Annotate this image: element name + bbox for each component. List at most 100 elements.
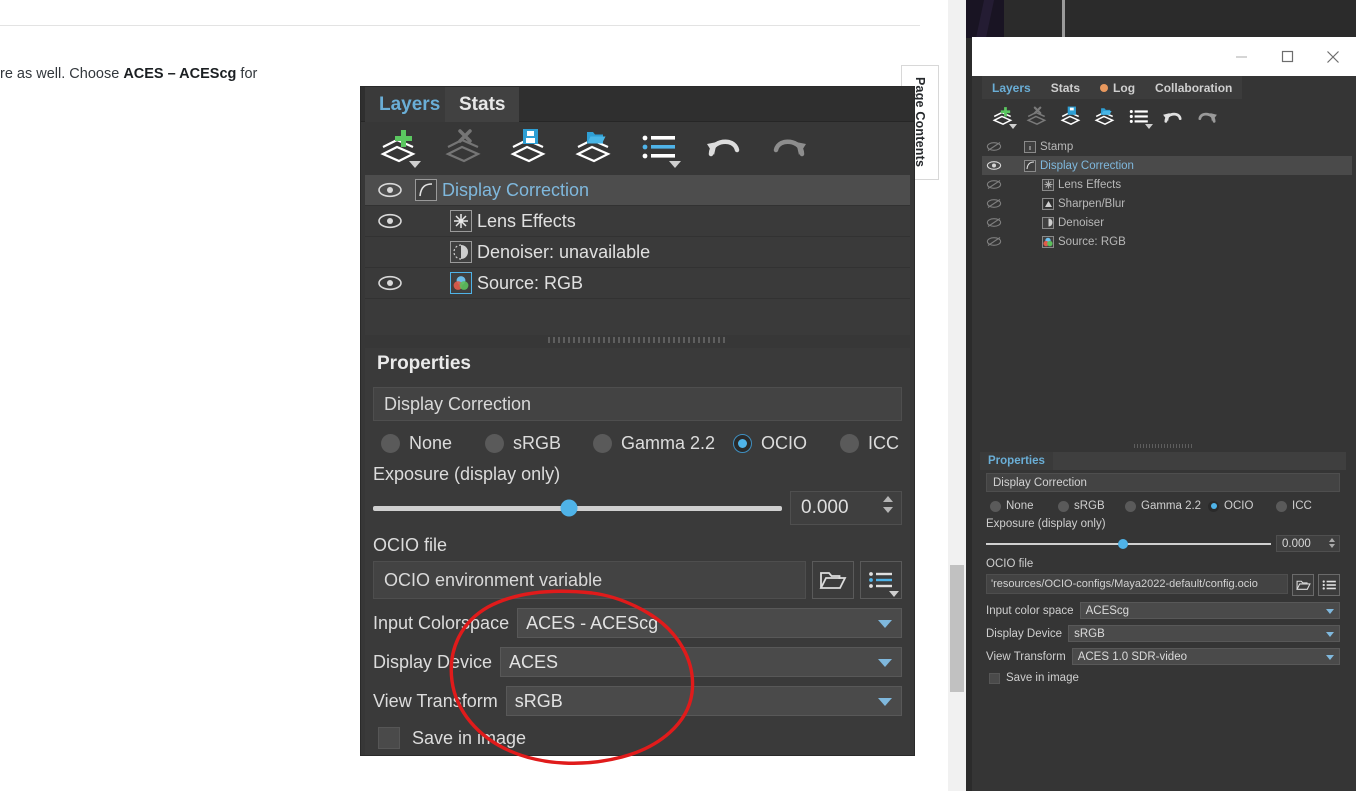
radio-gamma22[interactable]: Gamma 2.2: [1125, 500, 1208, 512]
panel-splitter-grip[interactable]: [1134, 444, 1194, 448]
tab-stats[interactable]: Stats: [1040, 76, 1091, 99]
display-device-select[interactable]: sRGB: [1068, 625, 1340, 642]
visibility-off-icon[interactable]: [982, 179, 1006, 190]
radio-none[interactable]: None: [381, 433, 485, 454]
save-layer-icon[interactable]: [1060, 106, 1082, 128]
ocio-file-input[interactable]: 'resources/OCIO-configs/Maya2022-default…: [986, 574, 1288, 594]
radio-none[interactable]: None: [990, 500, 1058, 512]
radio-srgb[interactable]: sRGB: [1058, 500, 1125, 512]
layer-list[interactable]: Stamp Display Correction Lens Effects Sh…: [982, 137, 1352, 253]
input-colorspace-select[interactable]: ACES - ACEScg: [517, 608, 902, 638]
exposure-slider[interactable]: [373, 499, 782, 517]
tab-stats[interactable]: Stats: [445, 87, 520, 122]
save-in-image-checkbox[interactable]: [989, 672, 1000, 684]
layer-row-source-rgb[interactable]: Source: RGB: [982, 232, 1352, 251]
exposure-spin-arrows[interactable]: [1329, 538, 1335, 548]
tab-layers[interactable]: Layers: [982, 76, 1041, 99]
chevron-down-icon: [1326, 608, 1334, 614]
minimize-button[interactable]: [1218, 37, 1264, 76]
ocio-browse-button[interactable]: [1292, 574, 1314, 596]
undo-icon[interactable]: [704, 128, 744, 168]
view-transform-select[interactable]: ACES 1.0 SDR-video: [1071, 648, 1340, 665]
tab-log[interactable]: Log: [1090, 76, 1146, 99]
save-layer-icon[interactable]: [509, 128, 549, 168]
tab-layers[interactable]: Layers: [365, 87, 455, 122]
exposure-slider[interactable]: [986, 538, 1271, 549]
layer-presets-icon[interactable]: [1128, 106, 1153, 129]
radio-icc[interactable]: ICC: [840, 433, 899, 454]
display-device-select[interactable]: ACES: [500, 647, 902, 677]
redo-icon[interactable]: [1196, 106, 1218, 128]
add-layer-icon[interactable]: [992, 106, 1017, 129]
exposure-label: Exposure (display only): [986, 518, 1106, 530]
doc-text-suffix: for: [236, 66, 258, 82]
layer-presets-caret-icon[interactable]: [669, 161, 681, 168]
display-device-row: Display Device ACES: [373, 647, 902, 677]
layer-name-field[interactable]: Display Correction: [373, 387, 902, 421]
visibility-off-icon[interactable]: [982, 198, 1006, 209]
load-layer-icon[interactable]: [574, 128, 614, 168]
view-transform-select[interactable]: sRGB: [505, 686, 902, 716]
display-device-label: Display Device: [986, 627, 1063, 640]
maximize-button[interactable]: [1264, 37, 1310, 76]
delete-layer-icon[interactable]: [1026, 106, 1048, 128]
save-in-image-row[interactable]: Save in image: [373, 727, 902, 749]
radio-ocio[interactable]: OCIO: [733, 433, 840, 454]
visibility-eye-icon[interactable]: [365, 213, 415, 229]
magnified-layers-panel: Layers Stats Display Correction Lens Eff…: [360, 86, 915, 756]
tab-stats-label: Stats: [459, 93, 506, 115]
layer-row-denoiser[interactable]: Denoiser: [982, 213, 1352, 232]
layer-row-lens-effects[interactable]: Lens Effects: [365, 206, 910, 237]
presets-caret-icon[interactable]: [889, 591, 899, 597]
add-layer-caret-icon[interactable]: [1009, 124, 1017, 129]
ocio-browse-button[interactable]: [812, 561, 854, 599]
info-icon: [1024, 140, 1036, 153]
visibility-eye-icon[interactable]: [982, 160, 1006, 171]
visibility-eye-icon[interactable]: [365, 275, 415, 291]
exposure-spinbox[interactable]: 0.000: [1276, 535, 1340, 552]
layer-name-field[interactable]: Display Correction: [986, 473, 1340, 492]
layer-row-display-correction[interactable]: Display Correction: [365, 175, 910, 206]
layer-presets-icon[interactable]: [639, 128, 681, 168]
radio-ocio[interactable]: OCIO: [1208, 500, 1276, 512]
ocio-file-input[interactable]: OCIO environment variable: [373, 561, 806, 599]
visibility-off-icon[interactable]: [982, 141, 1006, 152]
radio-icc[interactable]: ICC: [1276, 500, 1312, 512]
delete-layer-icon[interactable]: [444, 128, 484, 168]
layer-row-denoiser[interactable]: Denoiser: unavailable: [365, 237, 910, 268]
redo-icon[interactable]: [769, 128, 809, 168]
radio-srgb[interactable]: sRGB: [485, 433, 593, 454]
page-scrollbar-thumb[interactable]: [950, 565, 964, 692]
magnified-layer-list[interactable]: Display Correction Lens Effects Denoiser…: [365, 175, 910, 335]
layer-row-lens-effects[interactable]: Lens Effects: [982, 175, 1352, 194]
star-icon: [1042, 178, 1054, 191]
save-in-image-checkbox[interactable]: [378, 727, 400, 749]
save-in-image-row[interactable]: Save in image: [986, 672, 1340, 684]
radio-dot-icon: [381, 434, 400, 453]
add-layer-caret-icon[interactable]: [409, 161, 421, 168]
exposure-slider-handle[interactable]: [1117, 538, 1128, 549]
input-colorspace-select[interactable]: ACEScg: [1079, 602, 1340, 619]
exposure-spinbox[interactable]: 0.000: [790, 491, 902, 525]
ocio-presets-button[interactable]: [1318, 574, 1340, 596]
panel-splitter-grip[interactable]: [547, 337, 728, 343]
exposure-spin-arrows[interactable]: [883, 496, 893, 513]
radio-gamma22[interactable]: Gamma 2.2: [593, 433, 733, 454]
load-layer-icon[interactable]: [1094, 106, 1116, 128]
add-layer-icon[interactable]: [379, 128, 421, 168]
ocio-presets-button[interactable]: [860, 561, 902, 599]
layer-row-display-correction[interactable]: Display Correction: [982, 156, 1352, 175]
layer-row-sharpen-blur[interactable]: Sharpen/Blur: [982, 194, 1352, 213]
ocio-file-row: 'resources/OCIO-configs/Maya2022-default…: [986, 574, 1340, 596]
exposure-slider-handle[interactable]: [560, 499, 578, 517]
layer-presets-caret-icon[interactable]: [1145, 124, 1153, 129]
undo-icon[interactable]: [1162, 106, 1184, 128]
layer-row-stamp[interactable]: Stamp: [982, 137, 1352, 156]
layer-row-source-rgb[interactable]: Source: RGB: [365, 268, 910, 299]
visibility-off-icon[interactable]: [982, 236, 1006, 247]
visibility-off-icon[interactable]: [982, 217, 1006, 228]
close-button[interactable]: [1310, 37, 1356, 76]
tab-collaboration[interactable]: Collaboration: [1145, 76, 1243, 99]
exposure-label: Exposure (display only): [373, 464, 561, 484]
visibility-eye-icon[interactable]: [365, 182, 415, 198]
